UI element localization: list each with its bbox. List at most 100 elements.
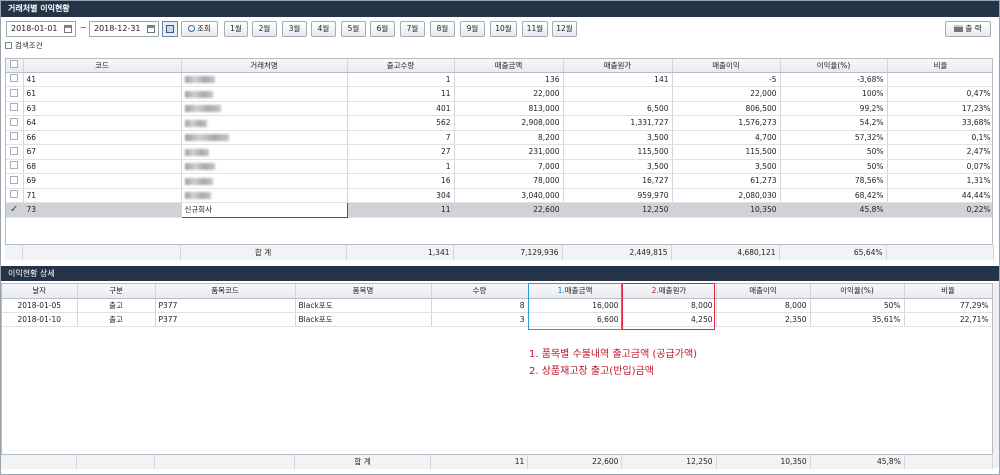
calendar-icon[interactable]	[147, 25, 155, 33]
date-cell[interactable]: 2018-01-10	[2, 312, 78, 327]
ratio-cell[interactable]: 33,68%	[887, 115, 992, 131]
row-checkbox-box[interactable]	[10, 146, 19, 155]
cost-cell[interactable]: 115,500	[563, 144, 673, 160]
ratio-cell[interactable]: 1,31%	[887, 173, 992, 189]
code-cell[interactable]: 71	[23, 188, 182, 203]
cost-cell[interactable]: 141	[563, 72, 673, 87]
month-button-11[interactable]: 11월	[522, 21, 548, 37]
row-checkbox[interactable]	[6, 72, 24, 87]
column-header[interactable]: 이익율(%)	[780, 59, 888, 73]
month-button-1[interactable]: 1월	[224, 21, 248, 37]
code-cell[interactable]: 66	[23, 130, 182, 145]
profit-cell[interactable]: 2,350	[716, 312, 811, 327]
sales-cell[interactable]: 78,000	[454, 173, 564, 189]
table-row[interactable]: 2018-01-05 출고 P377 Black포도 8 16,000 8,000 8,000…	[2, 298, 992, 313]
month-button-3[interactable]: 3월	[282, 21, 307, 37]
date-to-input[interactable]: 2018-12-31	[89, 21, 159, 37]
calendar-icon[interactable]	[64, 25, 72, 33]
profit-cell[interactable]: 806,500	[672, 101, 781, 116]
month-button-8[interactable]: 8월	[430, 21, 455, 37]
rate-cell[interactable]: 50%	[780, 159, 888, 174]
cost-cell[interactable]: 12,250	[563, 202, 673, 218]
row-checkbox[interactable]	[6, 188, 24, 203]
month-button-10[interactable]: 10월	[490, 21, 517, 37]
qty-cell[interactable]: 1	[347, 72, 455, 87]
client-name-cell[interactable]	[181, 173, 348, 189]
table-row[interactable]: 41 1 136 141 -5 -3,68%	[6, 72, 992, 87]
client-name-cell[interactable]	[181, 101, 348, 116]
table-row[interactable]: ✓ 73 신규회사 11 22,600 12,250 10,350 45,8% 0,22%	[6, 202, 992, 218]
row-checkbox[interactable]	[6, 159, 24, 174]
ratio-cell[interactable]: 0,1%	[887, 130, 992, 145]
rate-cell[interactable]: 50%	[810, 298, 905, 313]
qty-cell[interactable]: 11	[347, 202, 455, 218]
table-row[interactable]: 2018-01-10 출고 P377 Black포도 3 6,600 4,250 2,350 3…	[2, 312, 992, 327]
cost-cell[interactable]: 3,500	[563, 159, 673, 174]
code-cell[interactable]: 64	[23, 115, 182, 131]
type-cell[interactable]: 출고	[77, 312, 156, 327]
column-header[interactable]: 비율	[887, 59, 992, 73]
row-checkbox[interactable]	[6, 101, 24, 116]
item-code-cell[interactable]: P377	[155, 298, 296, 313]
type-cell[interactable]: 출고	[77, 298, 156, 313]
sales-cell[interactable]: 3,040,000	[454, 188, 564, 203]
row-checkbox-box[interactable]	[10, 117, 19, 126]
row-checkbox[interactable]	[6, 115, 24, 131]
print-button[interactable]: 출 력	[945, 21, 991, 37]
qty-cell[interactable]: 304	[347, 188, 455, 203]
month-button-9[interactable]: 9월	[460, 21, 485, 37]
item-code-cell[interactable]: P377	[155, 312, 296, 327]
sales-cell[interactable]: 22,600	[454, 202, 564, 218]
row-checkbox-box[interactable]	[10, 74, 19, 83]
column-header[interactable]: 거래처명	[181, 59, 348, 73]
row-checkbox[interactable]	[6, 144, 24, 160]
header-select-all[interactable]	[6, 59, 24, 73]
client-name-cell[interactable]	[181, 188, 348, 203]
month-button-4[interactable]: 4월	[311, 21, 336, 37]
sales-cell[interactable]: 8,200	[454, 130, 564, 145]
profit-cell[interactable]: 2,080,030	[672, 188, 781, 203]
month-button-7[interactable]: 7월	[400, 21, 425, 37]
qty-cell[interactable]: 8	[431, 298, 529, 313]
sales-cell[interactable]: 231,000	[454, 144, 564, 160]
select-all-checkbox[interactable]	[10, 60, 19, 69]
column-header[interactable]: 수량	[431, 284, 529, 299]
profit-cell[interactable]: 3,500	[672, 159, 781, 174]
column-header[interactable]: 매출원가	[563, 59, 673, 73]
item-name-cell[interactable]: Black포도	[295, 312, 432, 327]
rate-cell[interactable]: 50%	[780, 144, 888, 160]
row-checkbox-box[interactable]	[10, 88, 19, 97]
column-header[interactable]: 비율	[904, 284, 992, 299]
cost-cell[interactable]: 959,970	[563, 188, 673, 203]
client-name-cell[interactable]	[181, 72, 348, 87]
table-row[interactable]: 69 16 78,000 16,727 61,273 78,56% 1,31%	[6, 173, 992, 189]
code-cell[interactable]: 68	[23, 159, 182, 174]
code-cell[interactable]: 61	[23, 86, 182, 102]
row-checkbox-box[interactable]	[10, 190, 19, 199]
search-button[interactable]: 조회	[181, 21, 218, 37]
table-row[interactable]: 67 27 231,000 115,500 115,500 50% 2,47%	[6, 144, 992, 160]
rate-cell[interactable]: 78,56%	[780, 173, 888, 189]
ratio-cell[interactable]: 2,47%	[887, 144, 992, 160]
profit-cell[interactable]: 61,273	[672, 173, 781, 189]
search-condition-checkbox[interactable]	[5, 42, 12, 49]
column-header[interactable]: 매출금액	[454, 59, 564, 73]
profit-cell[interactable]: 4,700	[672, 130, 781, 145]
cost-cell[interactable]: 3,500	[563, 130, 673, 145]
month-button-2[interactable]: 2월	[252, 21, 277, 37]
rate-cell[interactable]: 54,2%	[780, 115, 888, 131]
rate-cell[interactable]: 99,2%	[780, 101, 888, 116]
qty-cell[interactable]: 562	[347, 115, 455, 131]
profit-cell[interactable]: 1,576,273	[672, 115, 781, 131]
sales-cell[interactable]: 136	[454, 72, 564, 87]
cost-cell[interactable]: 1,331,727	[563, 115, 673, 131]
profit-cell[interactable]: 22,000	[672, 86, 781, 102]
ratio-cell[interactable]: 17,23%	[887, 101, 992, 116]
table-row[interactable]: 71 304 3,040,000 959,970 2,080,030 68,42% 44,4…	[6, 188, 992, 203]
client-name-cell[interactable]	[181, 130, 348, 145]
column-header[interactable]: 출고수량	[347, 59, 455, 73]
rate-cell[interactable]: 100%	[780, 86, 888, 102]
rate-cell[interactable]: 68,42%	[780, 188, 888, 203]
sales-cell[interactable]: 7,000	[454, 159, 564, 174]
profit-cell[interactable]: 115,500	[672, 144, 781, 160]
